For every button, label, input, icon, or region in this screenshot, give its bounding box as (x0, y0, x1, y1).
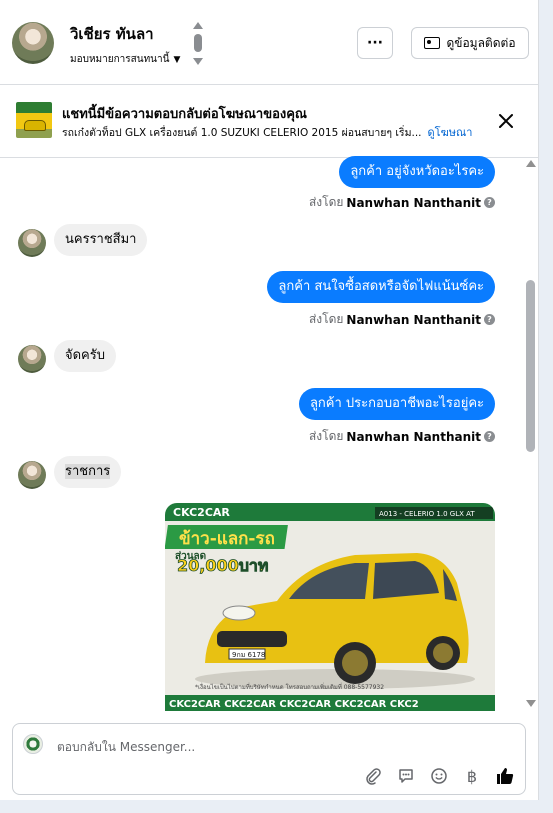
sent-by-prefix: ส่งโดย (308, 312, 344, 326)
contact-avatar-small (18, 345, 46, 373)
caret-down-icon: ▼ (173, 54, 181, 65)
scroll-up-arrow[interactable] (526, 160, 536, 167)
contact-avatar[interactable] (12, 22, 54, 64)
help-icon[interactable]: ? (484, 197, 495, 208)
assign-conversation-dropdown[interactable]: มอบหมายการสนทนานี้ ▼ (70, 52, 180, 67)
contact-avatar-small (18, 229, 46, 257)
model-tag-text: A013 - CELERIO 1.0 GLX AT (379, 510, 475, 518)
message-text-highlighted: ราชการ (65, 464, 111, 479)
ad-thumbnail[interactable] (16, 102, 52, 138)
drag-handle[interactable] (190, 22, 206, 66)
view-contact-label: ดูข้อมูลติดต่อ (446, 35, 516, 50)
ad-description-text: รถเก๋งตัวท็อป GLX เครื่องยนต์ 1.0 SUZUKI… (62, 127, 422, 139)
emoji-icon[interactable] (429, 766, 449, 786)
help-icon[interactable]: ? (484, 314, 495, 325)
message-incoming[interactable]: ราชการ (54, 456, 122, 488)
attachment-icon[interactable] (363, 766, 383, 786)
handle-bar (194, 34, 202, 52)
page-avatar (23, 734, 43, 754)
ad-description: รถเก๋งตัวท็อป GLX เครื่องยนต์ 1.0 SUZUKI… (62, 123, 472, 141)
sent-by-label: ส่งโดย Nanwhan Nanthanit ? (309, 427, 495, 446)
promo-line1: ข้าว-แลก-รถ (179, 529, 275, 549)
message-outgoing[interactable]: ลูกค้า อยู่จังหวัดอะไรคะ (339, 156, 495, 188)
sender-name: Nanwhan Nanthanit (346, 195, 481, 210)
help-icon[interactable]: ? (484, 431, 495, 442)
image-attachment[interactable]: CKC2CAR A013 - CELERIO 1.0 GLX AT ข้าว-แ… (165, 503, 495, 711)
saved-reply-icon[interactable] (396, 766, 416, 786)
contact-name[interactable]: วิเชียร ทันลา (70, 22, 154, 46)
sent-by-label: ส่งโดย Nanwhan Nanthanit ? (309, 193, 495, 212)
conversation-panel: วิเชียร ทันลา มอบหมายการสนทนานี้ ▼ ··· ด… (0, 0, 539, 800)
arrow-up-icon (193, 22, 203, 29)
more-options-button[interactable]: ··· (357, 27, 393, 59)
assign-label: มอบหมายการสนทนานี้ (70, 54, 170, 65)
message-incoming[interactable]: นครราชสีมา (54, 224, 148, 256)
sent-by-prefix: ส่งโดย (308, 195, 344, 209)
message-incoming[interactable]: จัดครับ (54, 340, 116, 372)
reply-input[interactable]: ตอบกลับใน Messenger... (57, 738, 195, 757)
message-outgoing[interactable]: ลูกค้า ประกอบอาชีพอะไรอยู่คะ (298, 388, 495, 420)
more-icon: ··· (367, 35, 383, 51)
composer-toolbar: ฿ (363, 766, 515, 786)
sent-by-label: ส่งโดย Nanwhan Nanthanit ? (309, 310, 495, 329)
scrollbar-thumb[interactable] (526, 280, 535, 452)
payment-baht-icon[interactable]: ฿ (462, 766, 482, 786)
close-icon[interactable] (496, 111, 516, 131)
thumbs-up-icon[interactable] (495, 766, 515, 786)
reply-composer[interactable]: ตอบกลับใน Messenger... ฿ (12, 723, 526, 795)
arrow-down-icon (193, 58, 203, 65)
sender-name: Nanwhan Nanthanit (346, 429, 481, 444)
footer-note: *เงื่อนไขเป็นไปตามที่บริษัทกำหนด โทรสอบถ… (195, 682, 384, 691)
promo-amount: 20,000บาท (177, 556, 268, 575)
view-ad-link[interactable]: ดูโฆษณา (428, 126, 473, 139)
sender-name: Nanwhan Nanthanit (346, 312, 481, 327)
bottom-banner-text: CKC2CAR CKC2CAR CKC2CAR CKC2CAR CKC2 (169, 699, 419, 710)
message-outgoing[interactable]: ลูกค้า สนใจซื้อสดหรือจัดไฟแน้นซ์คะ (267, 271, 495, 303)
ad-banner-title: แชทนี้มีข้อความตอบกลับต่อโฆษณาของคุณ (62, 107, 307, 122)
contact-avatar-small (18, 461, 46, 489)
conversation-header: วิเชียร ทันลา มอบหมายการสนทนานี้ ▼ ··· ด… (0, 0, 538, 85)
view-contact-button[interactable]: ดูข้อมูลติดต่อ (411, 27, 529, 59)
sent-by-prefix: ส่งโดย (308, 429, 344, 443)
car-ad-image: CKC2CAR A013 - CELERIO 1.0 GLX AT ข้าว-แ… (165, 503, 495, 711)
ad-reply-banner: แชทนี้มีข้อความตอบกลับต่อโฆษณาของคุณ รถเ… (0, 85, 538, 158)
contact-card-icon (424, 37, 441, 49)
top-banner-text: CKC2CAR (173, 506, 230, 519)
license-plate: 9กม 6178 (232, 651, 265, 659)
scroll-down-arrow[interactable] (526, 700, 536, 707)
